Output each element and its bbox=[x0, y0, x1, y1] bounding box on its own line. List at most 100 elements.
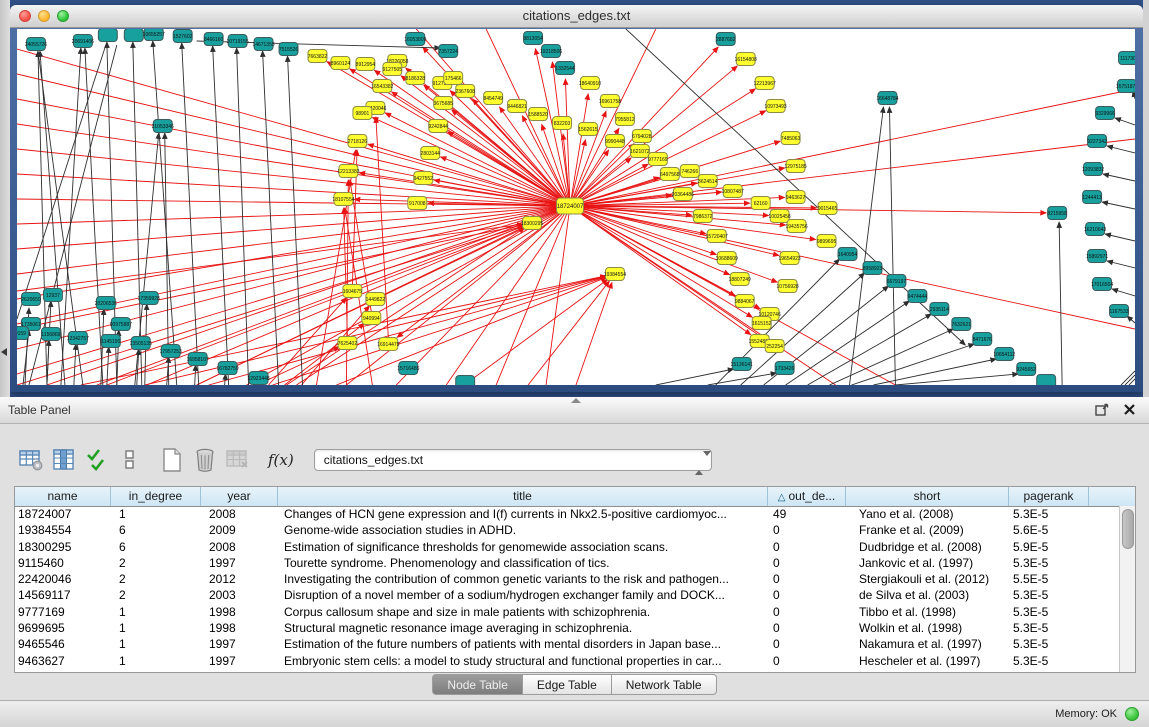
table-row[interactable]: 1456911722003Disruption of a novel membe… bbox=[15, 587, 1120, 603]
column-header-year[interactable]: year bbox=[201, 487, 278, 506]
graph-node[interactable]: 16648784 bbox=[876, 92, 898, 105]
graph-node[interactable]: 9884067 bbox=[735, 295, 755, 308]
table-mode-icon[interactable] bbox=[16, 444, 46, 476]
graph-node[interactable] bbox=[98, 29, 117, 42]
graph-node[interactable]: 16154808 bbox=[735, 53, 757, 66]
graph-node[interactable]: 98901 bbox=[353, 107, 372, 120]
graph-node[interactable]: 9777169 bbox=[648, 153, 668, 166]
graph-node[interactable]: 8813054 bbox=[523, 32, 543, 45]
graph-node[interactable]: 3675685 bbox=[434, 97, 454, 110]
graph-node[interactable]: 2620650 bbox=[21, 293, 41, 306]
graph-node[interactable]: 1588520 bbox=[528, 108, 548, 121]
graph-node[interactable]: 15751874 bbox=[1116, 80, 1135, 93]
table-row[interactable]: 946362711997Embryonic stem cells: a mode… bbox=[15, 653, 1120, 669]
table-scrollbar[interactable] bbox=[1119, 506, 1135, 672]
graph-node[interactable]: 8471676 bbox=[973, 333, 993, 346]
graph-node[interactable]: 17016504 bbox=[1091, 278, 1113, 291]
graph-node[interactable]: 1562615 bbox=[578, 123, 598, 136]
graph-node[interactable]: 111730 bbox=[1119, 52, 1135, 65]
graph-node[interactable]: 9446821 bbox=[507, 100, 527, 113]
table-row[interactable]: 1938455462009Genome-wide association stu… bbox=[15, 522, 1120, 538]
graph-node[interactable]: 21053346 bbox=[152, 120, 174, 133]
graph-node[interactable]: 19218506 bbox=[540, 45, 562, 58]
graph-node[interactable]: 16914479 bbox=[377, 338, 399, 351]
graph-node[interactable]: 1527602 bbox=[173, 30, 193, 43]
graph-node[interactable]: 16961758 bbox=[599, 95, 621, 108]
graph-node[interactable]: 2887682 bbox=[716, 33, 736, 46]
column-header-pagerank[interactable]: pagerank bbox=[1009, 487, 1089, 506]
table-row[interactable]: 946554611997Estimation of the future num… bbox=[15, 636, 1120, 652]
graph-node[interactable]: 1621072 bbox=[630, 145, 650, 158]
graph-node[interactable]: 15720407 bbox=[706, 230, 728, 243]
graph-node[interactable]: 17957253 bbox=[160, 345, 182, 358]
graph-node[interactable]: 15716485 bbox=[397, 362, 419, 375]
graph-node[interactable]: 832203 bbox=[553, 117, 572, 130]
memory-status-indicator[interactable] bbox=[1125, 707, 1139, 721]
graph-node[interactable]: 7663822 bbox=[308, 50, 328, 63]
graph-node[interactable]: 9242844 bbox=[429, 120, 449, 133]
graph-node[interactable]: 9427552 bbox=[414, 172, 434, 185]
column-header-in-degree[interactable]: in_degree bbox=[111, 487, 201, 506]
graph-node[interactable]: 1604675 bbox=[343, 285, 363, 298]
graph-node[interactable]: 12213967 bbox=[754, 77, 776, 90]
table-row[interactable]: 1872400712008Changes of HCN gene express… bbox=[15, 506, 1120, 522]
graph-node[interactable]: 9227342 bbox=[1087, 135, 1107, 148]
graph-node[interactable]: 9329966 bbox=[1095, 107, 1115, 120]
splitter-arrow-icon[interactable] bbox=[571, 398, 581, 403]
show-columns-icon[interactable] bbox=[49, 444, 79, 476]
graph-node[interactable]: 6497568 bbox=[660, 168, 680, 181]
graph-node[interactable]: 1145190 bbox=[101, 335, 120, 348]
graph-node[interactable]: 1733426 bbox=[775, 362, 795, 375]
graph-node[interactable]: 10719155 bbox=[227, 35, 249, 48]
graph-node[interactable]: 12342757 bbox=[67, 332, 89, 345]
window-titlebar[interactable]: citations_edges.txt bbox=[10, 5, 1143, 28]
graph-node[interactable]: 16958107 bbox=[187, 353, 209, 366]
scrollbar-thumb[interactable] bbox=[1122, 509, 1134, 549]
function-builder-icon[interactable]: f(x) bbox=[262, 450, 300, 470]
graph-node[interactable]: 18300295 bbox=[521, 217, 543, 230]
tab-edge-table[interactable]: Edge Table bbox=[523, 674, 612, 695]
column-header-short[interactable]: short bbox=[846, 487, 1009, 506]
graph-node[interactable]: 7625402 bbox=[338, 337, 358, 350]
graph-node[interactable]: 90975887 bbox=[110, 318, 132, 331]
graph-node[interactable]: 7632621 bbox=[952, 318, 972, 331]
graph-node[interactable]: 15892971 bbox=[1086, 250, 1108, 263]
graph-node[interactable]: 24055726 bbox=[25, 38, 47, 51]
table-row[interactable]: 911546021997Tourette syndrome. Phenomeno… bbox=[15, 555, 1120, 571]
graph-node[interactable]: 39159 bbox=[17, 327, 28, 340]
graph-node[interactable] bbox=[456, 376, 475, 386]
graph-node[interactable]: 12975185 bbox=[785, 160, 807, 173]
graph-node[interactable]: 252254 bbox=[765, 340, 784, 353]
graph-node[interactable]: 8454749 bbox=[483, 92, 503, 105]
graph-node[interactable] bbox=[1037, 375, 1056, 386]
graph-node[interactable]: 9127505 bbox=[383, 63, 403, 76]
graph-node[interactable]: 18107554 bbox=[332, 193, 354, 206]
select-all-icon[interactable] bbox=[82, 444, 112, 476]
graph-node[interactable]: 12923448 bbox=[247, 372, 269, 385]
graph-node[interactable]: 16782759 bbox=[217, 362, 239, 375]
column-header-title[interactable]: title bbox=[278, 487, 768, 506]
graph-node[interactable]: 15136141 bbox=[731, 358, 753, 371]
table-row[interactable]: 977716911998Corpus callosum shape and si… bbox=[15, 604, 1120, 620]
graph-node[interactable]: 9245652 bbox=[1017, 363, 1037, 376]
graph-node[interactable]: 12937 bbox=[43, 289, 62, 302]
graph-node[interactable]: 17359928 bbox=[138, 292, 160, 305]
graph-node[interactable]: 8960124 bbox=[331, 57, 351, 70]
float-panel-icon[interactable] bbox=[1095, 403, 1109, 417]
graph-node[interactable]: 12213383 bbox=[337, 165, 359, 178]
graph-node[interactable]: 18807249 bbox=[729, 273, 751, 286]
graph-node[interactable]: 20364486 bbox=[672, 188, 694, 201]
graph-node[interactable]: 19654923 bbox=[779, 252, 801, 265]
close-panel-icon[interactable] bbox=[1123, 402, 1137, 417]
graph-node[interactable]: 8186328 bbox=[406, 72, 426, 85]
graph-node[interactable]: 9474444 bbox=[908, 290, 928, 303]
graph-node[interactable]: 175466 bbox=[444, 72, 463, 85]
graph-node[interactable]: 2803144 bbox=[421, 147, 441, 160]
graph-node[interactable]: 8958923 bbox=[863, 262, 883, 275]
graph-node[interactable]: 2718126 bbox=[348, 135, 368, 148]
graph-node[interactable]: 6794028 bbox=[632, 130, 652, 143]
graph-node[interactable]: 12093832 bbox=[1082, 163, 1104, 176]
graph-node[interactable]: 18724007 bbox=[557, 198, 584, 214]
graph-node[interactable]: 9463627 bbox=[786, 191, 806, 204]
table-source-dropdown[interactable]: citations_edges.txt bbox=[314, 449, 712, 471]
